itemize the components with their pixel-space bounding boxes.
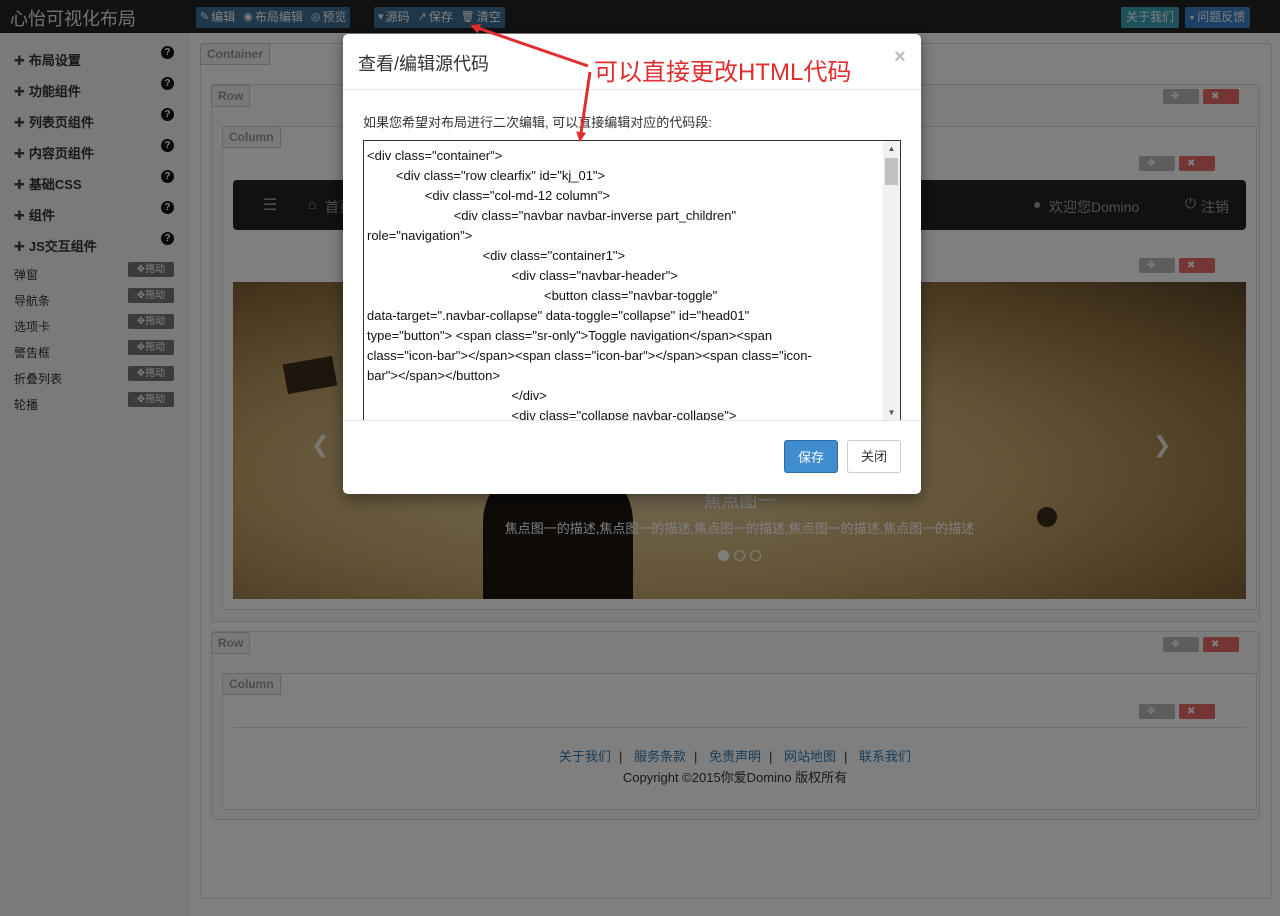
scrollbar-thumb[interactable] <box>885 158 898 185</box>
source-code-modal: 查看/编辑源代码 × 如果您希望对布局进行二次编辑, 可以直接编辑对应的代码段:… <box>343 34 921 494</box>
modal-description: 如果您希望对布局进行二次编辑, 可以直接编辑对应的代码段: <box>363 115 712 130</box>
close-button[interactable]: 关闭 <box>847 440 901 473</box>
save-button[interactable]: 保存 <box>784 440 838 473</box>
close-icon[interactable]: × <box>894 46 906 69</box>
modal-header-divider <box>343 89 921 90</box>
scroll-down-icon[interactable]: ▼ <box>883 405 900 420</box>
source-code-content[interactable]: <div class="container"> <div class="row … <box>367 146 882 420</box>
modal-title: 查看/编辑源代码 <box>358 54 490 74</box>
modal-footer-divider <box>343 420 921 421</box>
annotation-text: 可以直接更改HTML代码 <box>594 59 852 86</box>
scroll-up-icon[interactable]: ▲ <box>883 141 900 156</box>
textarea-scrollbar[interactable]: ▲ ▼ <box>883 141 900 420</box>
source-code-textarea[interactable]: <div class="container"> <div class="row … <box>363 140 901 421</box>
